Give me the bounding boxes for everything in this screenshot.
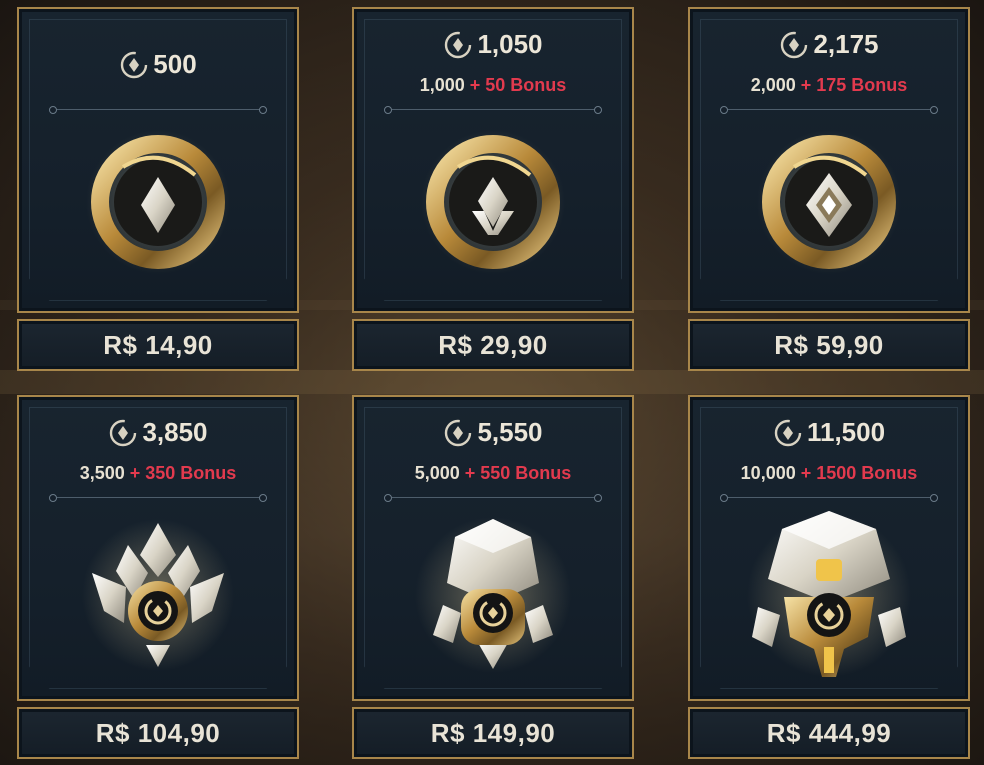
- rp-pack-card[interactable]: 500 R$ 14,90: [17, 7, 299, 377]
- price-button[interactable]: R$ 444,99: [688, 707, 970, 759]
- pack-base-value: 2,000: [750, 75, 796, 95]
- pack-bonus: 1,000 + 50 Bonus: [354, 75, 632, 96]
- rp-coin-icon: [108, 418, 138, 448]
- price-button[interactable]: R$ 29,90: [352, 319, 634, 371]
- divider: [49, 105, 267, 115]
- rp-coin-icon: [443, 30, 473, 60]
- pack-amount: 11,500: [690, 417, 968, 448]
- pack-amount: 3,850: [19, 417, 297, 448]
- pack-panel: 2,175 2,000 + 175 Bonus: [688, 7, 970, 313]
- pack-base-value: 3,500: [79, 463, 125, 483]
- price-label: R$ 14,90: [103, 329, 213, 360]
- pack-panel: 5,550 5,000 + 550 Bonus: [352, 395, 634, 701]
- price-label: R$ 149,90: [430, 717, 556, 748]
- pack-bonus-value: + 350 Bonus: [129, 463, 237, 483]
- pack-amount: 1,050: [354, 29, 632, 60]
- pack-amount: 2,175: [690, 29, 968, 60]
- rp-pack-card[interactable]: 5,550 5,000 + 550 Bonus R$ 149,90: [352, 395, 634, 765]
- pack-base-value: 5,000: [414, 463, 460, 483]
- divider: [384, 105, 602, 115]
- pack-bonus: 2,000 + 175 Bonus: [690, 75, 968, 96]
- rp-crystal-crest-icon: [82, 519, 234, 671]
- rp-pack-card[interactable]: 11,500 10,000 + 1500 Bonus R$ 444,99: [688, 395, 970, 765]
- divider: [384, 493, 602, 503]
- pack-panel: 3,850 3,500 + 350 Bonus: [17, 395, 299, 701]
- pack-bonus-value: + 175 Bonus: [800, 75, 908, 95]
- price-label: R$ 444,99: [766, 717, 892, 748]
- pack-bonus: 3,500 + 350 Bonus: [19, 463, 297, 484]
- rp-coin-icon: [773, 418, 803, 448]
- pack-panel: 500: [17, 7, 299, 313]
- price-button[interactable]: R$ 59,90: [688, 319, 970, 371]
- pack-panel: 1,050 1,000 + 50 Bonus: [352, 7, 634, 313]
- divider: [720, 105, 938, 115]
- pack-amount-value: 2,175: [813, 29, 879, 59]
- rp-coin-ring-icon: [421, 130, 565, 274]
- divider: [49, 493, 267, 503]
- pack-bonus-value: + 50 Bonus: [469, 75, 567, 95]
- pack-amount-value: 1,050: [477, 29, 543, 59]
- price-button[interactable]: R$ 14,90: [17, 319, 299, 371]
- rp-crystal-cluster-icon: [415, 517, 571, 673]
- price-label: R$ 59,90: [774, 329, 884, 360]
- rp-coin-icon: [443, 418, 473, 448]
- pack-amount-value: 5,550: [477, 417, 543, 447]
- rp-coin-ring-icon: [86, 130, 230, 274]
- rp-coin-ring-icon: [757, 130, 901, 274]
- rp-crystal-crown-icon: [747, 511, 911, 677]
- pack-bonus-value: + 1500 Bonus: [800, 463, 918, 483]
- pack-bonus: 5,000 + 550 Bonus: [354, 463, 632, 484]
- rp-pack-card[interactable]: 1,050 1,000 + 50 Bonus R$ 29,90: [352, 7, 634, 377]
- price-label: R$ 104,90: [95, 717, 221, 748]
- rp-pack-card[interactable]: 2,175 2,000 + 175 Bonus R$ 59,90: [688, 7, 970, 377]
- pack-amount: 500: [19, 49, 297, 80]
- pack-base-value: 10,000: [740, 463, 796, 483]
- pack-amount-value: 500: [153, 49, 197, 79]
- price-button[interactable]: R$ 149,90: [352, 707, 634, 759]
- pack-bonus-value: + 550 Bonus: [464, 463, 572, 483]
- rp-pack-card[interactable]: 3,850 3,500 + 350 Bonus R$ 104,90: [17, 395, 299, 765]
- pack-base-value: 1,000: [419, 75, 465, 95]
- rp-coin-icon: [119, 50, 149, 80]
- pack-amount: 5,550: [354, 417, 632, 448]
- price-button[interactable]: R$ 104,90: [17, 707, 299, 759]
- pack-amount-value: 3,850: [142, 417, 208, 447]
- divider: [720, 493, 938, 503]
- rp-coin-icon: [779, 30, 809, 60]
- pack-amount-value: 11,500: [806, 417, 886, 447]
- pack-panel: 11,500 10,000 + 1500 Bonus: [688, 395, 970, 701]
- price-label: R$ 29,90: [438, 329, 548, 360]
- pack-bonus: 10,000 + 1500 Bonus: [690, 463, 968, 484]
